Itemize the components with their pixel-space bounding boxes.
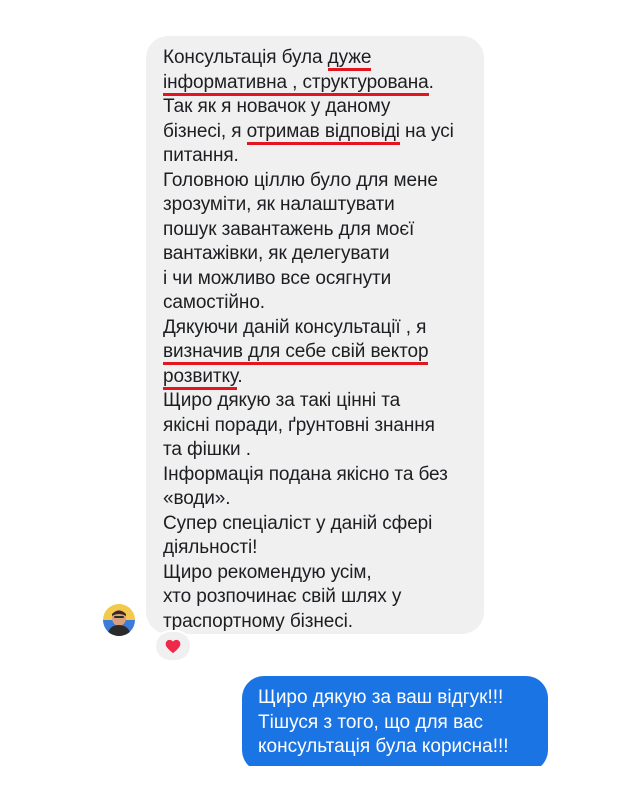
- message-text-segment: траспортному бізнесі.: [163, 610, 353, 632]
- avatar-icon: [103, 604, 135, 636]
- message-text-segment: Супер спеціаліст у даній сфері: [163, 512, 433, 534]
- incoming-message-line: Супер спеціаліст у даній сфері: [163, 512, 484, 537]
- incoming-message-line: якісні поради, ґрунтовні знання: [163, 414, 484, 439]
- outgoing-message-line: Тішуся з того, що для вас: [258, 711, 484, 733]
- message-text-segment: пошук завантажень для моєї: [163, 218, 415, 240]
- incoming-message-line: інформативна , структурована.: [163, 71, 484, 96]
- outgoing-message-bubble[interactable]: Щиро дякую за ваш відгук!!! Тішуся з тог…: [242, 676, 548, 772]
- message-text-segment: Дякуючи даній консультації , я: [163, 316, 427, 338]
- incoming-message-line: Щиро дякую за такі цінні та: [163, 389, 484, 414]
- message-text-segment: .: [428, 71, 434, 93]
- sender-avatar[interactable]: [103, 604, 135, 636]
- incoming-message-line: хто розпочинає свій шлях у: [163, 585, 484, 610]
- incoming-message-bubble[interactable]: Консультація була дуже інформативна , стр…: [146, 36, 484, 634]
- incoming-message-line: Щиро рекомендую усім,: [163, 561, 484, 586]
- incoming-message-text: Консультація була дуже інформативна , стр…: [163, 46, 484, 634]
- screenshot-crop-edge: [0, 766, 640, 800]
- incoming-message-line: Так як я новачок у даному: [163, 95, 484, 120]
- message-text-segment: бізнесі, я: [163, 120, 247, 142]
- message-text-segment: і чи можливо все осягнути: [163, 267, 392, 289]
- message-text-segment: якісні поради, ґрунтовні знання: [163, 414, 435, 436]
- incoming-message-line: Консультація була дуже: [163, 46, 484, 71]
- incoming-message-line: «води».: [163, 487, 484, 512]
- heart-icon: [165, 639, 181, 653]
- message-text-segment: зрозуміти, як налаштувати: [163, 194, 395, 215]
- message-text-segment: Інформація подана якісно та без: [163, 463, 448, 485]
- outgoing-message-line: Щиро дякую за ваш відгук!!!: [258, 687, 504, 708]
- highlighted-phrase: дуже: [327, 47, 371, 71]
- incoming-message-line: Головною ціллю було для мене: [163, 169, 484, 194]
- incoming-message-line: Дякуючи даній консультації , я: [163, 316, 484, 341]
- incoming-message-line: розвитку.: [163, 365, 484, 390]
- message-text-segment: Щиро рекомендую усім,: [163, 561, 372, 583]
- incoming-message-line: Інформація подана якісно та без: [163, 463, 484, 488]
- heart-reaction[interactable]: [156, 632, 190, 660]
- incoming-message-line: і чи можливо все осягнути: [163, 267, 484, 292]
- incoming-message-line: самостійно.: [163, 291, 484, 316]
- message-text-segment: Консультація була: [163, 47, 328, 68]
- message-text-segment: та фішки .: [163, 439, 251, 460]
- message-text-segment: на усі: [399, 120, 454, 142]
- message-text-segment: .: [237, 365, 243, 387]
- incoming-message-line: пошук завантажень для моєї: [163, 218, 484, 243]
- incoming-message-line: зрозуміти, як налаштувати: [163, 193, 484, 218]
- message-text-segment: питання.: [163, 145, 239, 166]
- incoming-message-line: вантажівки, як делегувати: [163, 242, 484, 267]
- incoming-message-line: траспортному бізнесі.: [163, 610, 484, 635]
- outgoing-message-line: консультація була корисна!!!: [258, 736, 509, 757]
- message-text-segment: Головною ціллю було для мене: [163, 169, 438, 191]
- message-text-segment: самостійно.: [163, 292, 265, 313]
- message-text-segment: вантажівки, як делегувати: [163, 243, 390, 264]
- message-text-segment: «води».: [163, 488, 231, 509]
- highlighted-phrase: інформативна , структурована: [163, 71, 429, 96]
- highlighted-phrase: розвитку: [163, 365, 237, 390]
- message-text-segment: Так як я новачок у даному: [163, 96, 391, 117]
- incoming-message-line: діяльності!: [163, 536, 484, 561]
- message-text-segment: Щиро дякую за такі цінні та: [163, 390, 401, 411]
- message-text-segment: діяльності!: [163, 537, 258, 558]
- incoming-message-line: бізнесі, я отримав відповіді на усі: [163, 120, 484, 145]
- incoming-message-line: визначив для себе свій вектор: [163, 340, 484, 365]
- incoming-message-line: та фішки .: [163, 438, 484, 463]
- incoming-message-line: питання.: [163, 144, 484, 169]
- message-text-segment: хто розпочинає свій шлях у: [163, 586, 402, 607]
- highlighted-phrase: отримав відповіді: [246, 120, 400, 145]
- highlighted-phrase: визначив для себе свій вектор: [163, 341, 429, 365]
